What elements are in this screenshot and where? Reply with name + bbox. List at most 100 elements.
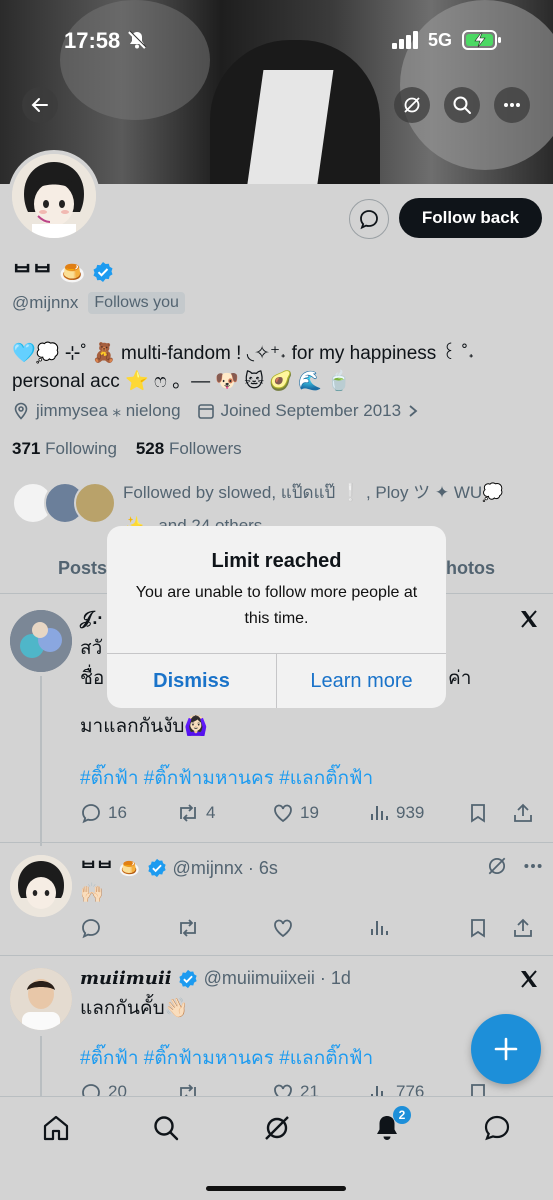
home-indicator [206,1186,346,1191]
post-author-avatar[interactable] [10,610,72,672]
repost-icon [180,804,196,822]
analytics-icon [371,806,388,820]
bookmark-icon [471,1084,485,1096]
limit-reached-dialog: Limit reached You are unable to follow m… [107,526,446,708]
post-text: 🙌🏻 [80,883,104,904]
reply-icon [82,1084,100,1096]
repost-button[interactable]: 4 [176,800,272,826]
grok-icon [404,97,420,113]
search-icon [453,96,471,114]
post-handle-time: @muiimuiixeii · 1d [203,968,351,988]
reply-button[interactable] [80,915,176,941]
reply-button[interactable]: 20 [80,1082,176,1096]
status-bar: 17:58 5G [0,26,553,56]
profile-bio: 🩵💭 ⊹˚ 🧸 multi-fandom ! ◟✧⁺˖ for my happi… [12,340,542,396]
search-button[interactable] [444,87,480,123]
post-header: muiimuii @muiimuiixeii · 1d [80,968,351,989]
bookmark-button[interactable] [468,800,512,826]
heart-icon [274,804,292,823]
bookmark-icon [471,804,485,823]
post[interactable]: ᄇᄇ 🍮 @mijnnx · 6s 🙌🏻 [0,843,553,953]
verified-badge-icon [92,261,114,283]
post-header: 𝒥.· [80,608,103,629]
display-name-row: ᄇᄇ 🍮 [12,256,114,288]
compose-post-button[interactable] [471,1014,541,1084]
post-hashtags[interactable]: #ติ๊กฟ้า #ติ๊กฟ้ามหานคร #แลกติ๊กฟ้า [80,1044,373,1074]
share-icon [514,803,532,822]
post-author-avatar[interactable] [10,968,72,1030]
post-text: สวั ชื่อ [80,638,105,689]
share-button[interactable] [512,800,534,826]
post-author[interactable]: 𝒥.· [80,608,103,629]
bio-line: 🩵💭 ⊹˚ 🧸 multi-fandom ! ◟✧⁺˖ for my happi… [12,343,475,364]
like-button[interactable] [272,915,368,941]
tab-posts[interactable]: Posts [58,558,107,579]
repost-icon [180,919,196,937]
message-button[interactable] [349,199,389,239]
like-button[interactable]: 21 [272,1082,368,1096]
calendar-icon [197,404,214,419]
post[interactable]: muiimuii @muiimuiixeii · 1d แลกกันคั้บ👋🏻… [0,956,553,1096]
profile-joined-date: Joined September 2013 [220,401,402,420]
post-author[interactable]: ᄇᄇ 🍮 [80,855,141,881]
repost-button[interactable] [176,915,272,941]
dismiss-button[interactable]: Dismiss [107,654,276,708]
profile-meta: jimmysea ⁎ nielong Joined September 2013 [12,401,419,421]
post-text: แลกกันคั้บ👋🏻 [80,998,189,1019]
chevron-right-icon[interactable] [407,404,419,418]
share-button[interactable] [512,915,534,941]
post-handle-time: @mijnnx · 6s [172,857,278,878]
follower-avatar [74,482,116,524]
reply-icon [82,804,100,824]
repost-icon [180,1084,196,1096]
messages-tab[interactable] [482,1113,512,1143]
more-options-button[interactable] [494,87,530,123]
home-icon [43,1115,69,1141]
back-button[interactable] [22,87,58,123]
bio-line: personal acc ⭐ ෆ 。— 🐶 🐱 🥑 🌊 🍵 [12,371,351,392]
grok-icon[interactable] [486,855,508,877]
cellular-signal-icon [392,31,420,49]
grok-button[interactable] [394,87,430,123]
post-author-avatar[interactable] [10,855,72,917]
grok-icon [265,1116,289,1140]
profile-location: jimmysea ⁎ nielong [36,401,181,420]
post-author[interactable]: muiimuii [80,968,172,989]
home-tab[interactable] [41,1113,71,1143]
follow-counts: 371 Following 528 Followers [12,439,242,459]
reply-icon [82,919,100,939]
profile-handle: @mijnnx [12,293,79,312]
search-tab[interactable] [151,1113,181,1143]
more-horizontal-icon[interactable] [522,855,544,877]
followers-link[interactable]: 528 Followers [136,439,242,458]
thread-line [40,1036,42,1096]
views-button[interactable]: 939 [368,800,468,826]
post-actions: 20 21 776 [80,1082,545,1096]
bookmark-button[interactable] [468,1082,512,1096]
grok-tab[interactable] [262,1113,292,1143]
follow-back-button[interactable]: Follow back [399,198,542,238]
like-button[interactable]: 19 [272,800,368,826]
post-hashtags[interactable]: #ติ๊กฟ้า #ติ๊กฟ้ามหานคร #แลกติ๊กฟ้า [80,764,373,794]
network-type: 5G [428,30,453,50]
following-link[interactable]: 371 Following [12,439,117,458]
bookmark-icon [471,919,485,938]
chat-bubble-icon [484,1115,510,1141]
thread-line [40,676,42,846]
x-logo-icon [518,608,540,630]
bookmark-button[interactable] [468,915,512,941]
bottom-tab-bar [0,1096,553,1200]
notification-badge: 2 [393,1106,411,1124]
reply-button[interactable]: 16 [80,800,176,826]
post-text: ค่า [448,668,472,689]
repost-button[interactable] [176,1082,272,1096]
views-button[interactable]: 776 [368,1082,468,1096]
share-icon [514,918,532,937]
display-name: ᄇᄇ 🍮 [12,261,86,286]
status-time: 17:58 [64,28,121,53]
learn-more-button[interactable]: Learn more [277,654,446,708]
more-horizontal-icon [504,103,520,107]
views-button[interactable] [368,915,468,941]
profile-avatar[interactable] [8,150,100,242]
plus-icon [494,1037,518,1061]
